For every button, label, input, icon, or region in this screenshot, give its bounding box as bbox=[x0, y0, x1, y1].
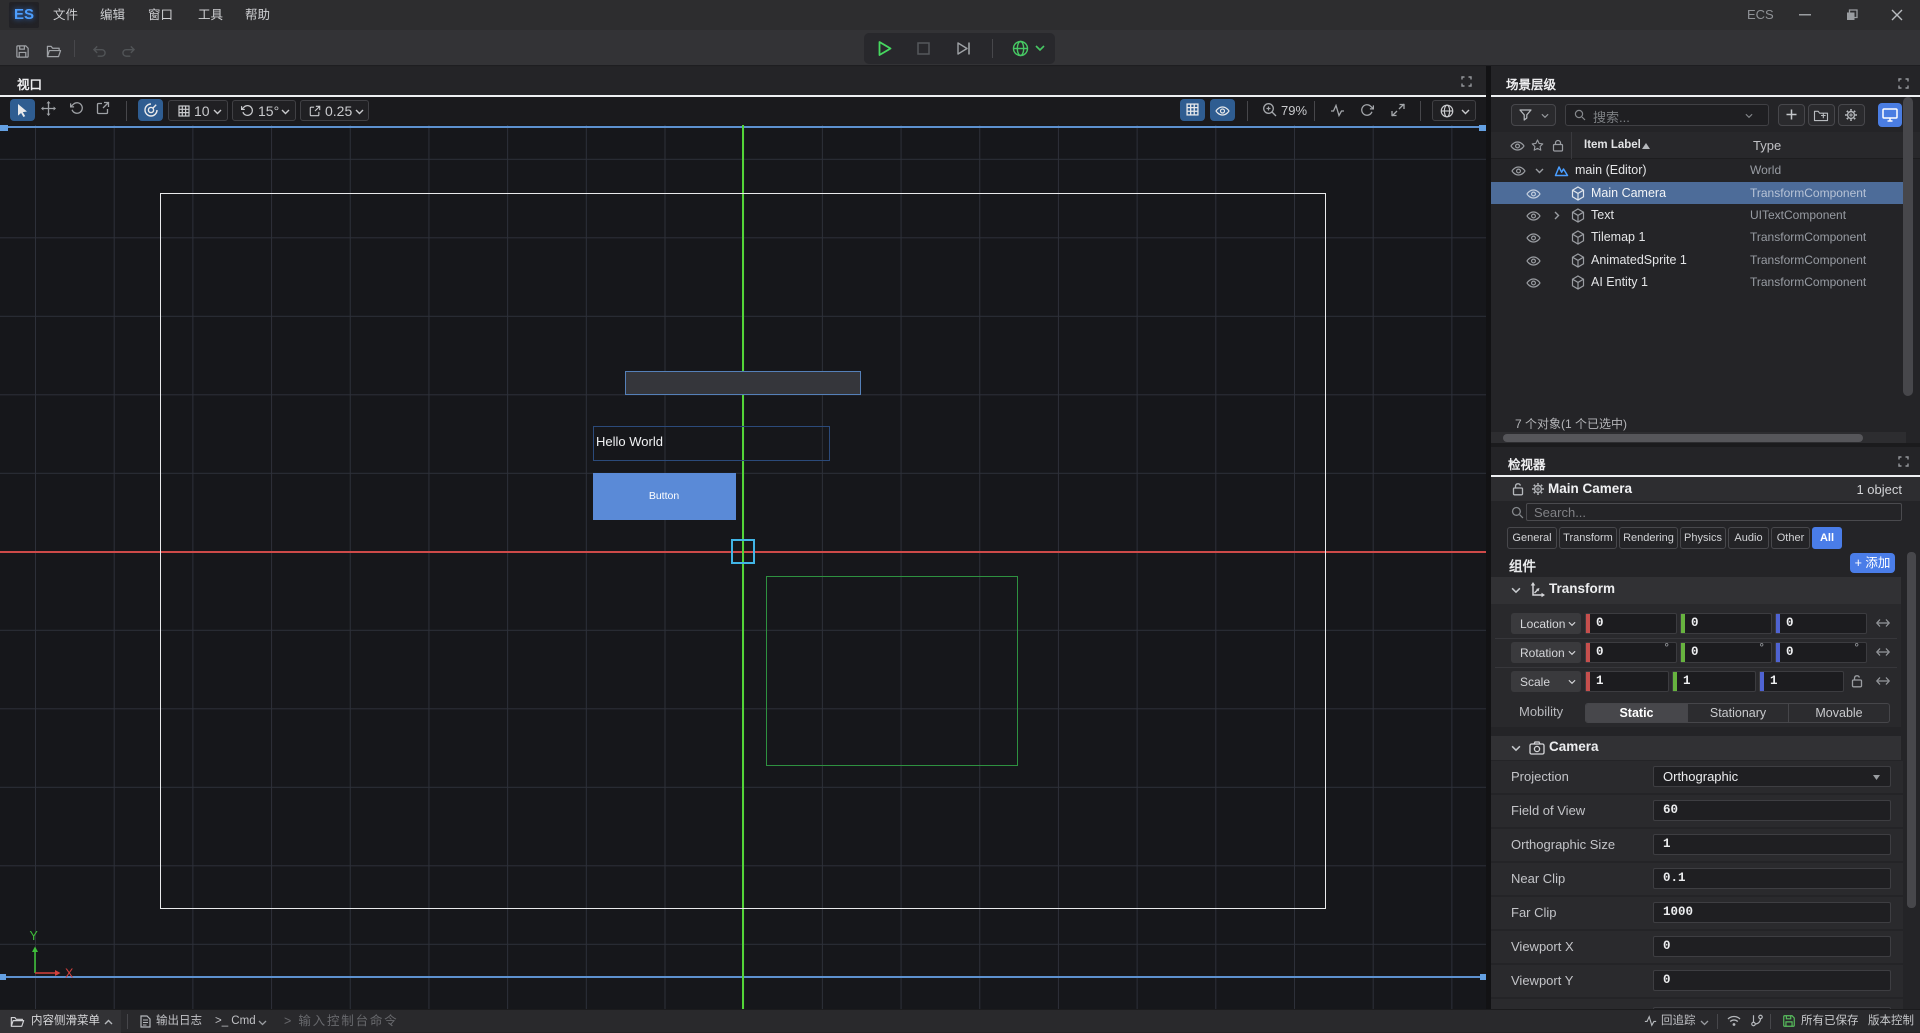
svg-text:X: X bbox=[65, 967, 74, 981]
svg-text:Y: Y bbox=[30, 929, 39, 943]
